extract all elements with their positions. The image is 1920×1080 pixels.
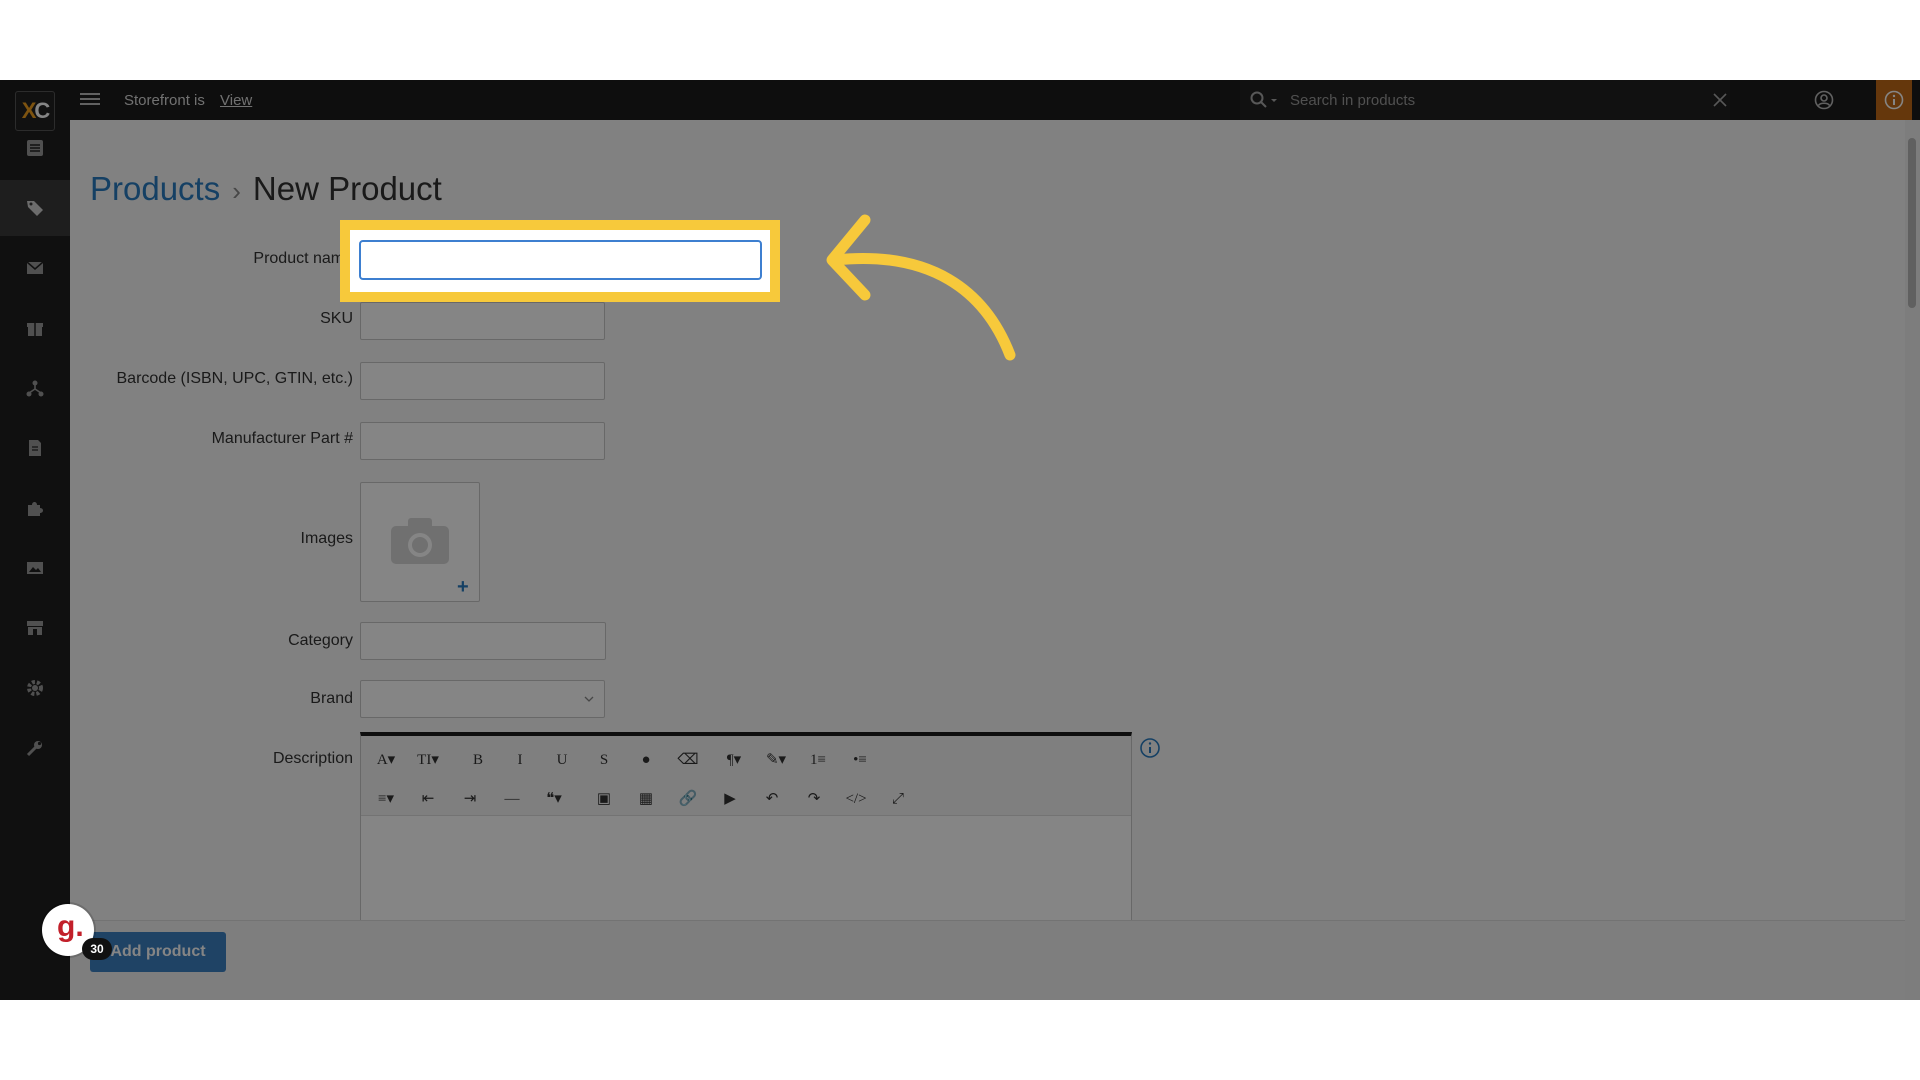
editor-video-button[interactable]: ▶ <box>713 787 747 811</box>
logo-letter-c: C <box>34 98 50 123</box>
editor-blockquote-button[interactable]: ❝▾ <box>537 787 571 811</box>
sidebar-item-store[interactable] <box>0 600 70 656</box>
highlight-box <box>340 220 780 302</box>
chevron-down-icon <box>584 696 594 702</box>
highlighted-product-name-input[interactable] <box>359 240 762 280</box>
editor-eraser-button[interactable]: ⌫ <box>671 748 705 772</box>
grammarly-issue-count: 30 <box>82 938 112 960</box>
storefront-view-link[interactable]: View <box>220 92 252 109</box>
editor-italic-button[interactable]: I <box>503 748 537 772</box>
brand-label: Brand <box>310 690 353 707</box>
category-label: Category <box>288 632 353 649</box>
sku-label: SKU <box>320 310 353 327</box>
images-label: Images <box>300 530 353 547</box>
editor-indent-button[interactable]: ⇥ <box>453 787 487 811</box>
bottom-action-bar: Add product <box>70 920 1905 1000</box>
editor-table-button[interactable]: ▦ <box>629 787 663 811</box>
description-label: Description <box>272 750 353 767</box>
breadcrumb-products-link[interactable]: Products <box>90 170 220 207</box>
sidebar-item-products[interactable] <box>0 180 70 236</box>
grammarly-button[interactable]: g. 30 <box>42 904 112 960</box>
image-upload-box[interactable]: + <box>360 482 480 602</box>
sidebar-item-promotions[interactable] <box>0 300 70 356</box>
scrollbar[interactable] <box>1905 120 1920 1000</box>
barcode-input[interactable] <box>360 362 605 400</box>
camera-icon <box>391 518 449 564</box>
editor-horizontal-rule-button[interactable]: — <box>495 787 529 811</box>
breadcrumb: Products › New Product <box>90 170 442 208</box>
info-icon[interactable] <box>1139 737 1161 759</box>
sidebar-item-look-and-feel[interactable] <box>0 540 70 596</box>
product-name-label: Product name <box>253 250 353 267</box>
image-icon <box>27 562 43 574</box>
manufacturer-part-input[interactable] <box>360 422 605 460</box>
editor-color-button[interactable]: ● <box>629 748 663 772</box>
add-image-button[interactable]: + <box>457 577 469 597</box>
manufacturer-part-label: Manufacturer Part # <box>211 430 353 447</box>
app-window: Storefront is View Search in products XC… <box>0 80 1920 1000</box>
page-title: New Product <box>252 170 442 207</box>
editor-fullscreen-button[interactable]: ⤢ <box>881 787 915 811</box>
envelope-icon <box>26 261 44 274</box>
editor-code-view-button[interactable]: </> <box>839 787 873 811</box>
breadcrumb-separator: › <box>232 176 241 206</box>
editor-toolbar: A▾ TI▾ B I U S ● ⌫ ¶▾ ✎▾ 1≡ •≡ ≡▾ ⇤ ⇥ — ❝▾ ▣ ▦ 🔗 ▶ ↶ ↷ </> ⤢ <box>361 736 1131 816</box>
gear-icon <box>27 680 43 696</box>
document-icon <box>29 440 41 456</box>
editor-font-style-button[interactable]: A▾ <box>369 748 403 772</box>
info-icon <box>1884 90 1904 110</box>
editor-magic-button[interactable]: ✎▾ <box>759 748 793 772</box>
store-icon <box>27 621 43 635</box>
gift-icon <box>27 323 43 336</box>
top-bar: Storefront is View <box>0 80 1920 120</box>
storefront-status-label: Storefront is <box>124 92 205 109</box>
editor-bold-button[interactable]: B <box>461 748 495 772</box>
grammarly-icon: g. <box>57 910 84 943</box>
sidebar-item-settings[interactable] <box>0 660 70 716</box>
info-button[interactable] <box>1876 80 1912 120</box>
search-input[interactable] <box>1290 88 1670 112</box>
editor-redo-button[interactable]: ↷ <box>797 787 831 811</box>
sidebar-item-addons[interactable] <box>0 480 70 536</box>
puzzle-icon <box>28 502 43 516</box>
editor-picture-button[interactable]: ▣ <box>587 787 621 811</box>
sidebar-item-system-tools[interactable] <box>0 720 70 776</box>
editor-undo-button[interactable]: ↶ <box>755 787 789 811</box>
editor-link-button[interactable]: 🔗 <box>671 787 705 811</box>
sidebar-item-network[interactable] <box>0 360 70 416</box>
category-input[interactable] <box>360 622 606 660</box>
search-box <box>1240 80 1730 120</box>
barcode-label: Barcode (ISBN, UPC, GTIN, etc.) <box>116 370 354 387</box>
editor-strikethrough-button[interactable]: S <box>587 748 621 772</box>
network-icon <box>26 380 44 397</box>
editor-paragraph-button[interactable]: ¶▾ <box>717 748 751 772</box>
editor-underline-button[interactable]: U <box>545 748 579 772</box>
brand-select[interactable] <box>360 680 605 718</box>
user-account-icon[interactable] <box>1814 90 1834 110</box>
sku-input[interactable] <box>360 302 605 340</box>
editor-ordered-list-button[interactable]: 1≡ <box>801 748 835 772</box>
tag-icon <box>27 201 43 216</box>
logo-letter-x: X <box>21 98 37 123</box>
hamburger-menu-icon[interactable] <box>80 90 100 110</box>
close-icon[interactable] <box>1712 92 1728 108</box>
sidebar-item-messages[interactable] <box>0 240 70 296</box>
pointer-arrow-icon <box>826 214 1016 361</box>
editor-text-size-button[interactable]: TI▾ <box>411 748 445 772</box>
wrench-icon <box>26 741 42 757</box>
sidebar-item-content[interactable] <box>0 420 70 476</box>
xcart-logo[interactable]: XC <box>15 91 55 131</box>
sidebar <box>0 120 70 1000</box>
editor-unordered-list-button[interactable]: •≡ <box>843 748 877 772</box>
editor-align-button[interactable]: ≡▾ <box>369 787 403 811</box>
list-icon <box>27 140 43 156</box>
search-icon[interactable] <box>1250 91 1280 109</box>
scrollbar-thumb[interactable] <box>1908 138 1916 308</box>
editor-outdent-button[interactable]: ⇤ <box>411 787 445 811</box>
